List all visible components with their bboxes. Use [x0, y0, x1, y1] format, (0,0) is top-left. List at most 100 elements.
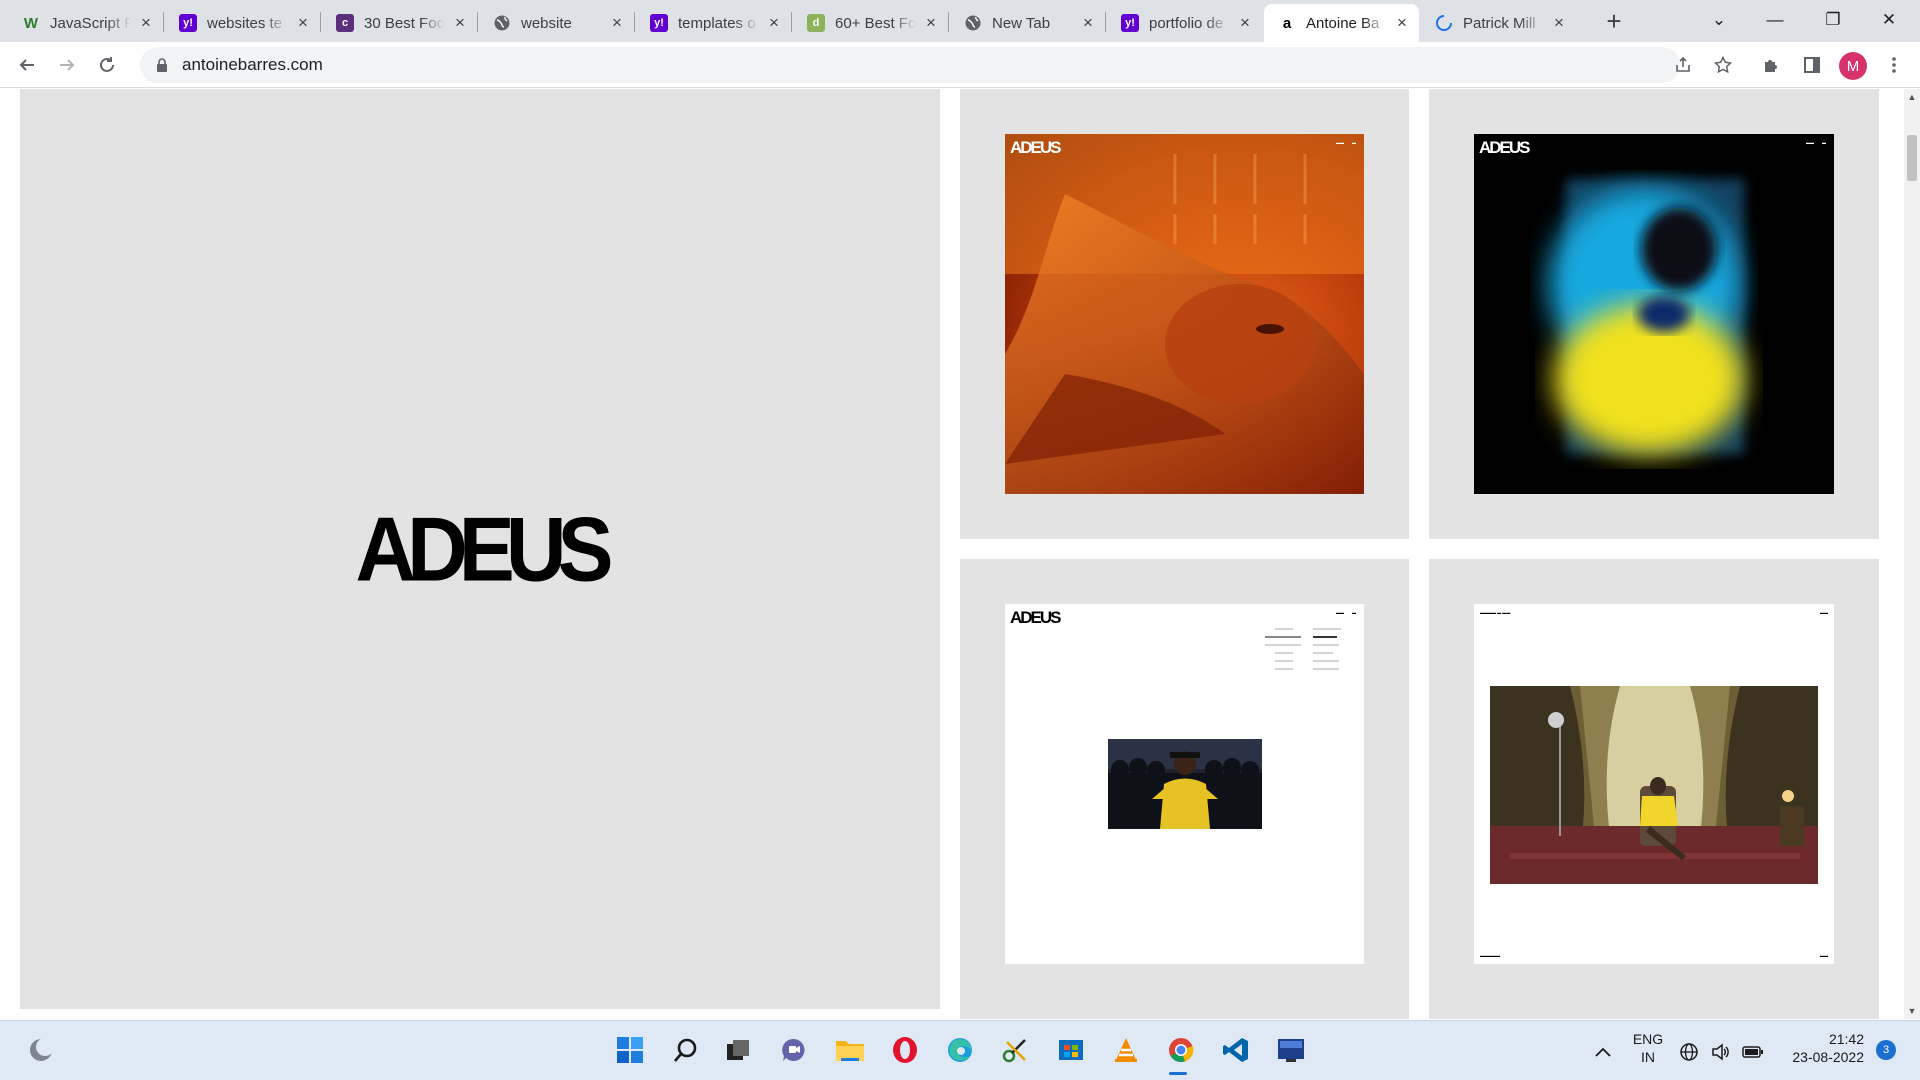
card-mini-footer-right: ▬▬	[1820, 953, 1828, 958]
vertical-scrollbar[interactable]: ▲ ▼	[1904, 89, 1920, 1019]
profile-avatar[interactable]: M	[1839, 52, 1867, 80]
browser-tab[interactable]: New Tab ×	[950, 4, 1105, 42]
address-bar[interactable]: antoinebarres.com	[140, 47, 1680, 83]
battery-icon[interactable]	[1740, 1035, 1766, 1069]
close-tab-icon[interactable]: ×	[1079, 14, 1097, 32]
tab-title: JavaScript F	[50, 14, 131, 32]
snipping-tool-icon[interactable]	[998, 1033, 1032, 1067]
tab-search-icon[interactable]: ⌄	[1696, 0, 1742, 40]
chrome-icon[interactable]	[1164, 1033, 1198, 1067]
back-button[interactable]	[12, 50, 42, 80]
tab-title: Patrick Mill	[1463, 14, 1536, 32]
tab-title: portfolio de	[1149, 14, 1224, 32]
vlc-icon[interactable]	[1109, 1033, 1143, 1067]
tab-title: website	[521, 14, 572, 32]
task-view-icon[interactable]	[721, 1033, 755, 1067]
scroll-up-arrow-icon[interactable]: ▲	[1904, 89, 1920, 105]
globe-icon	[964, 14, 982, 32]
notification-badge[interactable]: 3	[1876, 1040, 1896, 1060]
show-hidden-icons-chevron-icon[interactable]	[1586, 1035, 1620, 1069]
close-tab-icon[interactable]: ×	[1550, 14, 1568, 32]
project-card[interactable]: ADEUS ▬▬ ▬	[960, 89, 1409, 539]
file-explorer-icon[interactable]	[833, 1033, 867, 1067]
close-tab-icon[interactable]: ×	[294, 14, 312, 32]
close-tab-icon[interactable]: ×	[451, 14, 469, 32]
opera-icon[interactable]	[888, 1033, 922, 1067]
minimize-button[interactable]: —	[1752, 0, 1798, 40]
volume-icon[interactable]	[1708, 1035, 1734, 1069]
region-code: IN	[1641, 1049, 1655, 1065]
browser-tab[interactable]: c 30 Best Foo ×	[322, 4, 477, 42]
card-mini-footer-left: ▬▬▬▬▬	[1480, 953, 1500, 958]
clock-date: 23-08-2022	[1792, 1049, 1864, 1065]
clock-time: 21:42	[1828, 1031, 1864, 1047]
browser-tab[interactable]: website ×	[479, 4, 634, 42]
tab-separator	[634, 12, 635, 32]
browser-tab[interactable]: d 60+ Best Fo ×	[793, 4, 948, 42]
dev-cpp-icon[interactable]	[1274, 1033, 1308, 1067]
crowd-performer-image[interactable]	[1108, 739, 1262, 829]
chrome-menu-icon[interactable]	[1879, 50, 1909, 80]
card-mini-nav: ▬▬ ▬	[1336, 610, 1356, 615]
forward-button[interactable]	[52, 50, 82, 80]
chrome-active-indicator	[1169, 1072, 1187, 1075]
project-card[interactable]: ADEUS ▬▬ ▬	[1429, 89, 1879, 539]
card-logo: ADEUS	[1010, 138, 1061, 157]
blurred-figure-image	[1549, 179, 1744, 454]
browser-tab[interactable]: W JavaScript F ×	[8, 4, 163, 42]
tab-title: 60+ Best Fo	[835, 14, 916, 32]
project-thumbnail-blue[interactable]: ADEUS ▬▬ ▬	[1474, 134, 1834, 494]
a-icon: a	[1278, 14, 1296, 32]
yahoo-icon: y!	[650, 14, 668, 32]
close-tab-icon[interactable]: ×	[137, 14, 155, 32]
project-card[interactable]: ADEUS ▬▬ ▬	[960, 559, 1409, 1019]
tab-strip: W JavaScript F × y! websites te × c 30 Best Foo…	[0, 0, 1920, 42]
restore-button[interactable]: ❐	[1810, 0, 1856, 40]
reload-button[interactable]	[92, 50, 122, 80]
project-thumbnail-white-list[interactable]: ADEUS ▬▬ ▬	[1005, 604, 1364, 964]
start-icon[interactable]	[613, 1033, 647, 1067]
new-tab-button[interactable]: +	[1600, 8, 1628, 36]
clock[interactable]: 21:42 23-08-2022	[1778, 1030, 1864, 1066]
close-tab-icon[interactable]: ×	[922, 14, 940, 32]
extensions-puzzle-icon[interactable]	[1756, 50, 1786, 80]
close-window-button[interactable]: ✕	[1866, 0, 1912, 40]
tab-title: 30 Best Foo	[364, 14, 445, 32]
tab-separator	[1105, 12, 1106, 32]
close-tab-icon[interactable]: ×	[765, 14, 783, 32]
browser-tab[interactable]: y! portfolio de ×	[1107, 4, 1262, 42]
close-tab-icon[interactable]: ×	[1236, 14, 1254, 32]
project-thumbnail-orange[interactable]: ADEUS ▬▬ ▬	[1005, 134, 1364, 494]
language-indicator[interactable]: ENG IN	[1628, 1030, 1668, 1066]
tab-separator	[320, 12, 321, 32]
card-mini-nav: ▬▬ ▬	[1806, 140, 1826, 145]
scroll-down-arrow-icon[interactable]: ▼	[1904, 1003, 1920, 1019]
network-globe-icon[interactable]	[1676, 1035, 1702, 1069]
tab-separator	[163, 12, 164, 32]
search-icon[interactable]	[669, 1033, 703, 1067]
edge-icon[interactable]	[943, 1033, 977, 1067]
hero-logo[interactable]: ADEUS	[355, 497, 613, 602]
browser-tab[interactable]: a Antoine Ba ×	[1264, 4, 1419, 42]
share-icon[interactable]	[1668, 50, 1698, 80]
browser-tab[interactable]: y! templates o ×	[636, 4, 791, 42]
tab-separator	[948, 12, 949, 32]
scrollbar-thumb[interactable]	[1907, 135, 1917, 181]
card-mini-list	[1265, 628, 1341, 670]
browser-tab[interactable]: y! websites te ×	[165, 4, 320, 42]
bookmark-star-icon[interactable]	[1708, 50, 1738, 80]
address-url[interactable]: antoinebarres.com	[182, 55, 323, 75]
vscode-icon[interactable]	[1219, 1033, 1253, 1067]
close-tab-icon[interactable]: ×	[1393, 14, 1411, 32]
browser-tab[interactable]: Patrick Mill ×	[1421, 4, 1576, 42]
project-thumbnail-room[interactable]: ▬▬▬▬ ▬ ▬▬ ▬▬ ▬▬▬▬▬ ▬▬	[1474, 604, 1834, 964]
close-tab-icon[interactable]: ×	[608, 14, 626, 32]
room-scene-image[interactable]	[1490, 686, 1818, 884]
project-card[interactable]: ▬▬▬▬ ▬ ▬▬ ▬▬ ▬▬▬▬▬ ▬▬	[1429, 559, 1879, 1019]
side-panel-icon[interactable]	[1797, 50, 1827, 80]
teams-chat-icon[interactable]	[777, 1033, 811, 1067]
tab-separator	[791, 12, 792, 32]
windows-taskbar: ENG IN 21:42 23-08-2022	[0, 1020, 1920, 1080]
store-icon[interactable]	[1054, 1033, 1088, 1067]
weather-widget-icon[interactable]	[24, 1033, 58, 1067]
